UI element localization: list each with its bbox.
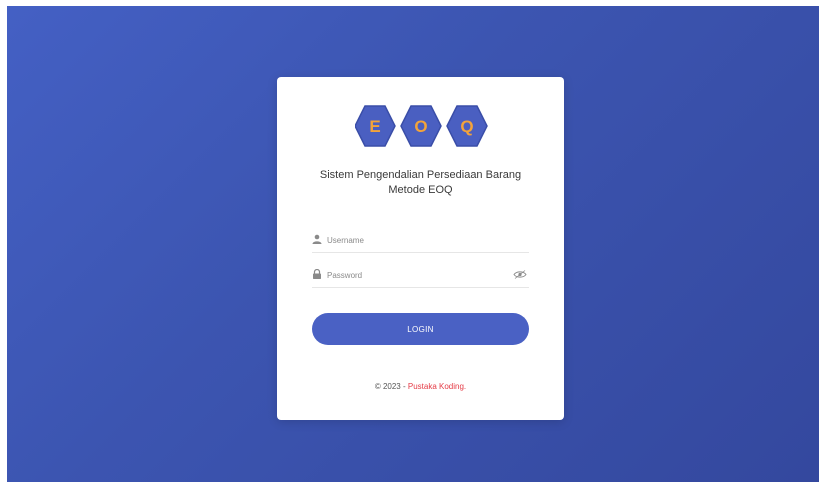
user-icon — [312, 234, 322, 244]
svg-text:E: E — [369, 117, 380, 136]
login-card: E O Q Sistem Pengendalian Persediaan Bar… — [277, 77, 564, 420]
logo-hex-e: E — [355, 105, 396, 147]
logo-hex-o: O — [400, 105, 442, 147]
lock-icon — [313, 269, 321, 279]
password-input[interactable] — [327, 266, 507, 284]
eye-icon[interactable] — [513, 270, 527, 279]
pustaka-koding-link[interactable]: Pustaka Koding. — [408, 382, 466, 391]
app-title: Sistem Pengendalian Persediaan Barang Me… — [297, 168, 544, 198]
svg-text:O: O — [414, 117, 427, 136]
page-background: E O Q Sistem Pengendalian Persediaan Bar… — [7, 6, 819, 482]
logo-hex-q: Q — [446, 105, 488, 147]
copyright-footer: © 2023 - Pustaka Koding. — [277, 382, 564, 391]
app-title-line2: Metode EOQ — [388, 184, 453, 196]
eoq-logo: E O Q — [355, 105, 488, 147]
copyright-text: © 2023 - — [374, 382, 408, 391]
login-button[interactable]: LOGIN — [312, 313, 529, 345]
username-input[interactable] — [327, 231, 507, 249]
app-title-line1: Sistem Pengendalian Persediaan Barang — [319, 169, 522, 181]
username-field — [312, 230, 529, 253]
svg-text:Q: Q — [460, 117, 473, 136]
password-field — [312, 265, 529, 288]
